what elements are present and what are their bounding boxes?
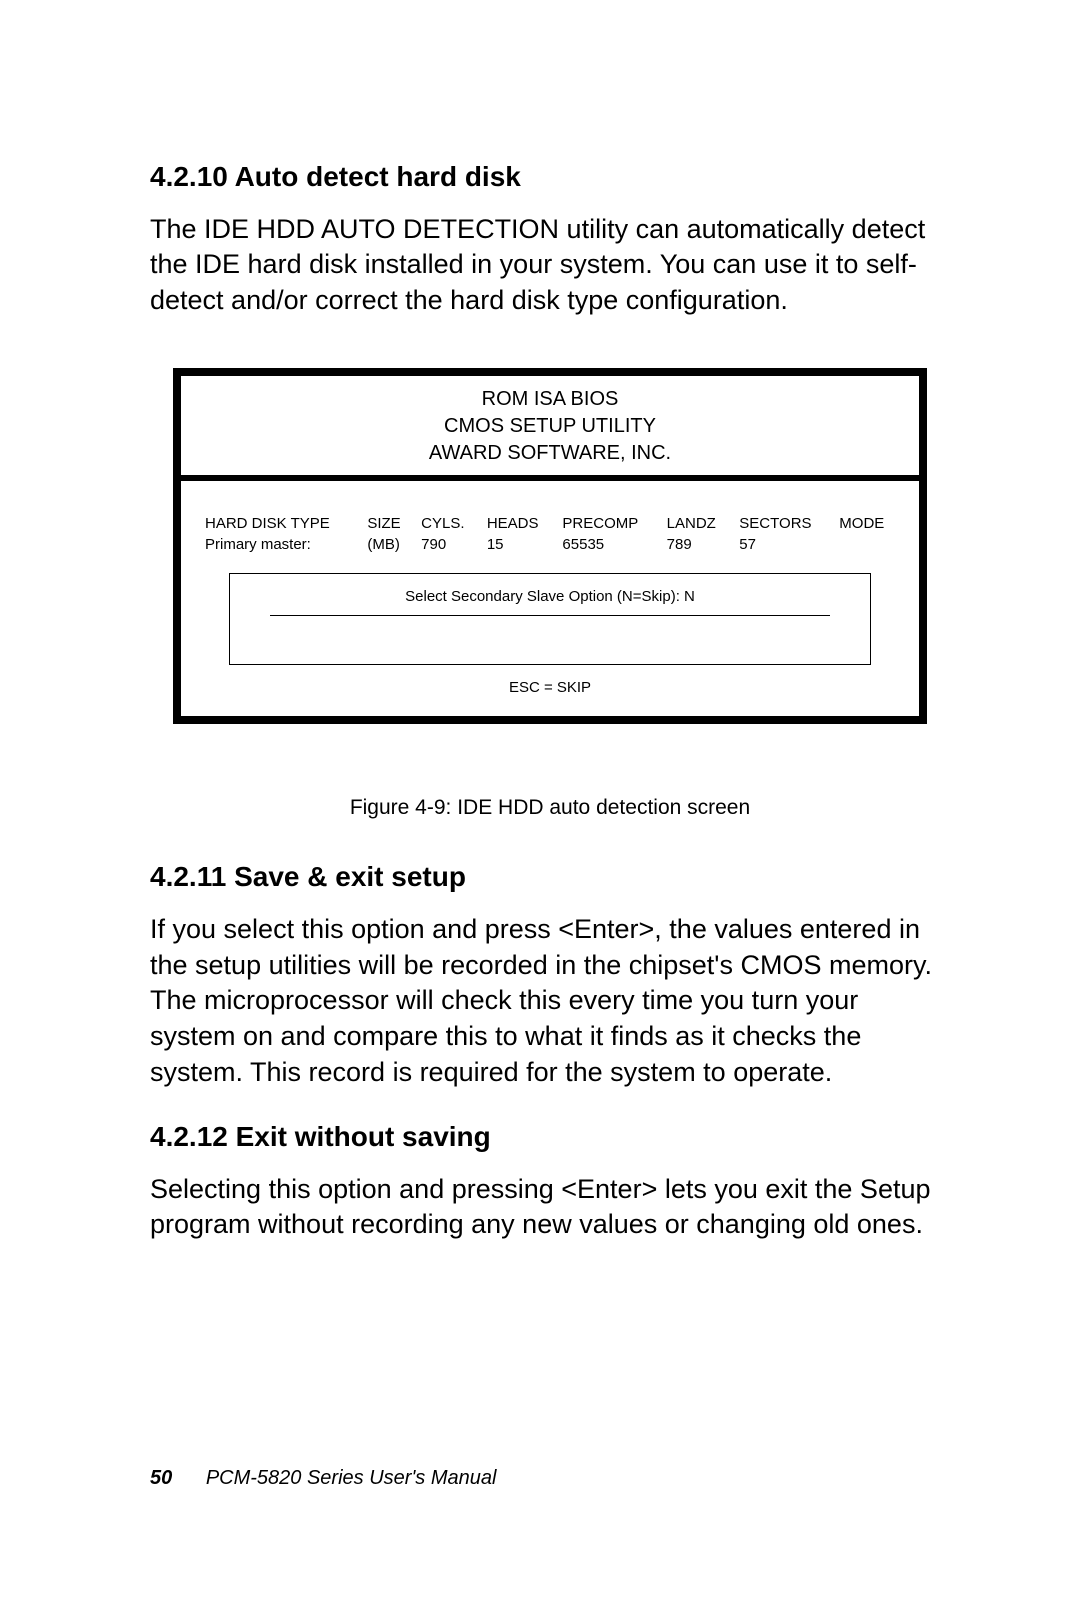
section-body-save-exit: If you select this option and press <Ent… [150, 912, 950, 1090]
col-mode: MODE [833, 515, 901, 536]
col-heads: HEADS [481, 515, 557, 536]
cell-hard-disk-type: Primary master: [199, 536, 361, 557]
bios-table-data-row: Primary master: (MB) 790 15 65535 789 57 [199, 536, 901, 557]
bios-prompt-frame: Select Secondary Slave Option (N=Skip): … [229, 573, 871, 665]
bios-title-1: ROM ISA BIOS [181, 386, 919, 413]
section-heading-auto-detect: 4.2.10 Auto detect hard disk [150, 160, 950, 194]
page-footer: 50 PCM-5820 Series User's Manual [150, 1467, 496, 1490]
bios-esc-hint: ESC = SKIP [199, 665, 901, 706]
bios-table-wrap: HARD DISK TYPE SIZE CYLS. HEADS PRECOMP … [181, 481, 919, 716]
cell-precomp: 65535 [556, 536, 660, 557]
col-precomp: PRECOMP [556, 515, 660, 536]
cell-size: (MB) [361, 536, 415, 557]
section-heading-save-exit: 4.2.11 Save & exit setup [150, 860, 950, 894]
manual-page: 4.2.10 Auto detect hard disk The IDE HDD… [0, 0, 1080, 1618]
bios-header: ROM ISA BIOS CMOS SETUP UTILITY AWARD SO… [181, 376, 919, 481]
section-body-exit-no-save: Selecting this option and pressing <Ente… [150, 1172, 950, 1243]
section-heading-exit-no-save: 4.2.12 Exit without saving [150, 1120, 950, 1154]
bios-title-3: AWARD SOFTWARE, INC. [181, 440, 919, 467]
bios-table-header-row: HARD DISK TYPE SIZE CYLS. HEADS PRECOMP … [199, 515, 901, 536]
bios-title-2: CMOS SETUP UTILITY [181, 413, 919, 440]
cell-cyls: 790 [415, 536, 481, 557]
bios-prompt-divider [270, 615, 830, 616]
cell-landz: 789 [661, 536, 734, 557]
cell-heads: 15 [481, 536, 557, 557]
bios-table: HARD DISK TYPE SIZE CYLS. HEADS PRECOMP … [199, 515, 901, 557]
col-size: SIZE [361, 515, 415, 536]
figure-caption: Figure 4-9: IDE HDD auto detection scree… [150, 796, 950, 820]
col-cyls: CYLS. [415, 515, 481, 536]
bios-prompt-text: Select Secondary Slave Option (N=Skip): … [240, 588, 860, 605]
page-number: 50 [150, 1467, 172, 1489]
cell-sectors: 57 [733, 536, 833, 557]
bios-screenshot-box: ROM ISA BIOS CMOS SETUP UTILITY AWARD SO… [173, 368, 927, 724]
col-hard-disk-type: HARD DISK TYPE [199, 515, 361, 536]
cell-mode [833, 536, 901, 557]
section-body-auto-detect: The IDE HDD AUTO DETECTION utility can a… [150, 212, 950, 319]
col-sectors: SECTORS [733, 515, 833, 536]
col-landz: LANDZ [661, 515, 734, 536]
manual-title: PCM-5820 Series User's Manual [206, 1467, 497, 1489]
